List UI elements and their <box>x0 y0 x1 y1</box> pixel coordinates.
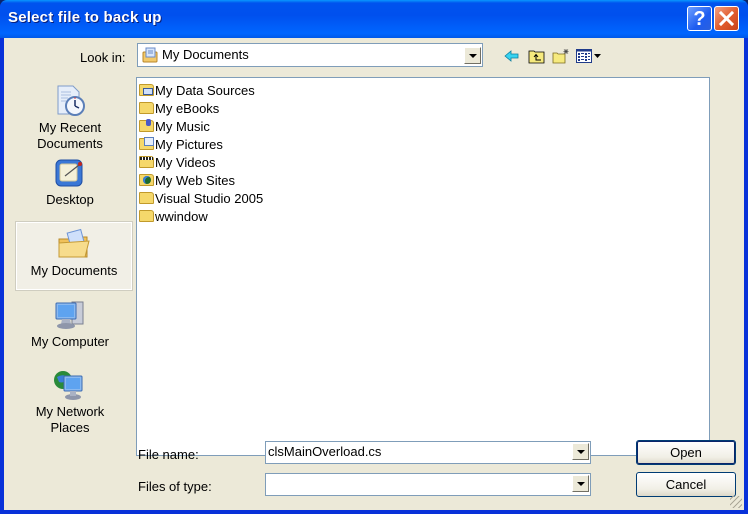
help-button[interactable]: ? <box>687 6 712 31</box>
recent-documents-icon <box>53 84 87 118</box>
window-title: Select file to back up <box>8 9 162 26</box>
up-one-level-button[interactable] <box>528 48 546 64</box>
open-button[interactable]: Open <box>636 440 736 465</box>
my-documents-icon <box>57 227 91 261</box>
list-item[interactable]: wwindow <box>139 208 208 226</box>
file-list[interactable]: My Data Sources My eBooks My Music My Pi… <box>136 77 710 456</box>
file-dialog-window: Select file to back up ? Look in: My Doc… <box>0 0 748 514</box>
title-bar[interactable]: Select file to back up ? <box>0 0 748 38</box>
look-in-label: Look in: <box>80 50 126 65</box>
up-folder-icon <box>528 50 545 64</box>
resize-grip[interactable] <box>730 496 742 508</box>
look-in-combobox[interactable]: My Documents <box>137 43 483 67</box>
list-item[interactable]: My eBooks <box>139 100 219 118</box>
back-button[interactable] <box>504 48 522 64</box>
files-of-type-select[interactable] <box>265 473 591 496</box>
back-arrow-icon <box>504 50 519 62</box>
place-label: My Documents <box>30 263 118 278</box>
pictures-folder-icon <box>139 137 154 150</box>
look-in-value: My Documents <box>162 47 249 62</box>
place-label: My Computer <box>30 334 110 349</box>
list-item[interactable]: My Pictures <box>139 136 223 154</box>
file-name-dropdown-button[interactable] <box>572 443 589 460</box>
file-name-label: File name: <box>138 447 199 462</box>
files-of-type-label: Files of type: <box>138 479 212 494</box>
list-item[interactable]: My Music <box>139 118 210 136</box>
folder-icon <box>139 210 154 222</box>
cancel-button[interactable]: Cancel <box>636 472 736 497</box>
list-item[interactable]: My Videos <box>139 154 215 172</box>
desktop-icon <box>53 156 87 190</box>
place-label: Desktop <box>46 192 94 207</box>
web-sites-folder-icon <box>139 174 154 186</box>
view-menu-button[interactable] <box>576 48 602 64</box>
folder-icon <box>139 192 154 204</box>
place-label: My Recent Documents <box>37 120 103 151</box>
create-new-folder-button[interactable] <box>552 48 570 64</box>
view-menu-icon <box>576 49 601 63</box>
new-folder-icon <box>552 49 569 64</box>
help-icon: ? <box>693 8 706 30</box>
my-documents-icon <box>142 47 158 63</box>
close-icon <box>718 10 735 27</box>
list-item[interactable]: My Web Sites <box>139 172 235 190</box>
place-desktop[interactable]: Desktop <box>12 156 128 212</box>
look-in-dropdown-button[interactable] <box>464 47 481 64</box>
data-sources-folder-icon <box>139 84 154 96</box>
list-item[interactable]: My Data Sources <box>139 82 255 100</box>
places-bar: My Recent Documents Desktop My Documents … <box>8 76 133 466</box>
videos-folder-icon <box>139 156 154 168</box>
music-folder-icon <box>139 119 154 132</box>
file-name-value: clsMainOverload.cs <box>268 444 382 459</box>
place-my-computer[interactable]: My Computer <box>12 298 128 358</box>
files-of-type-dropdown-button[interactable] <box>572 475 589 492</box>
list-item[interactable]: Visual Studio 2005 <box>139 190 263 208</box>
close-button[interactable] <box>714 6 739 31</box>
place-my-recent-documents[interactable]: My Recent Documents <box>12 84 128 151</box>
place-label: My Network Places <box>35 404 105 435</box>
my-computer-icon <box>53 298 87 332</box>
file-name-input[interactable]: clsMainOverload.cs <box>265 441 591 464</box>
folder-icon <box>139 102 154 114</box>
place-my-documents[interactable]: My Documents <box>15 221 133 291</box>
place-my-network-places[interactable]: My Network Places <box>12 368 128 438</box>
dialog-client-area: Look in: My Documents My Recent Document… <box>4 38 744 510</box>
network-places-icon <box>53 368 87 402</box>
